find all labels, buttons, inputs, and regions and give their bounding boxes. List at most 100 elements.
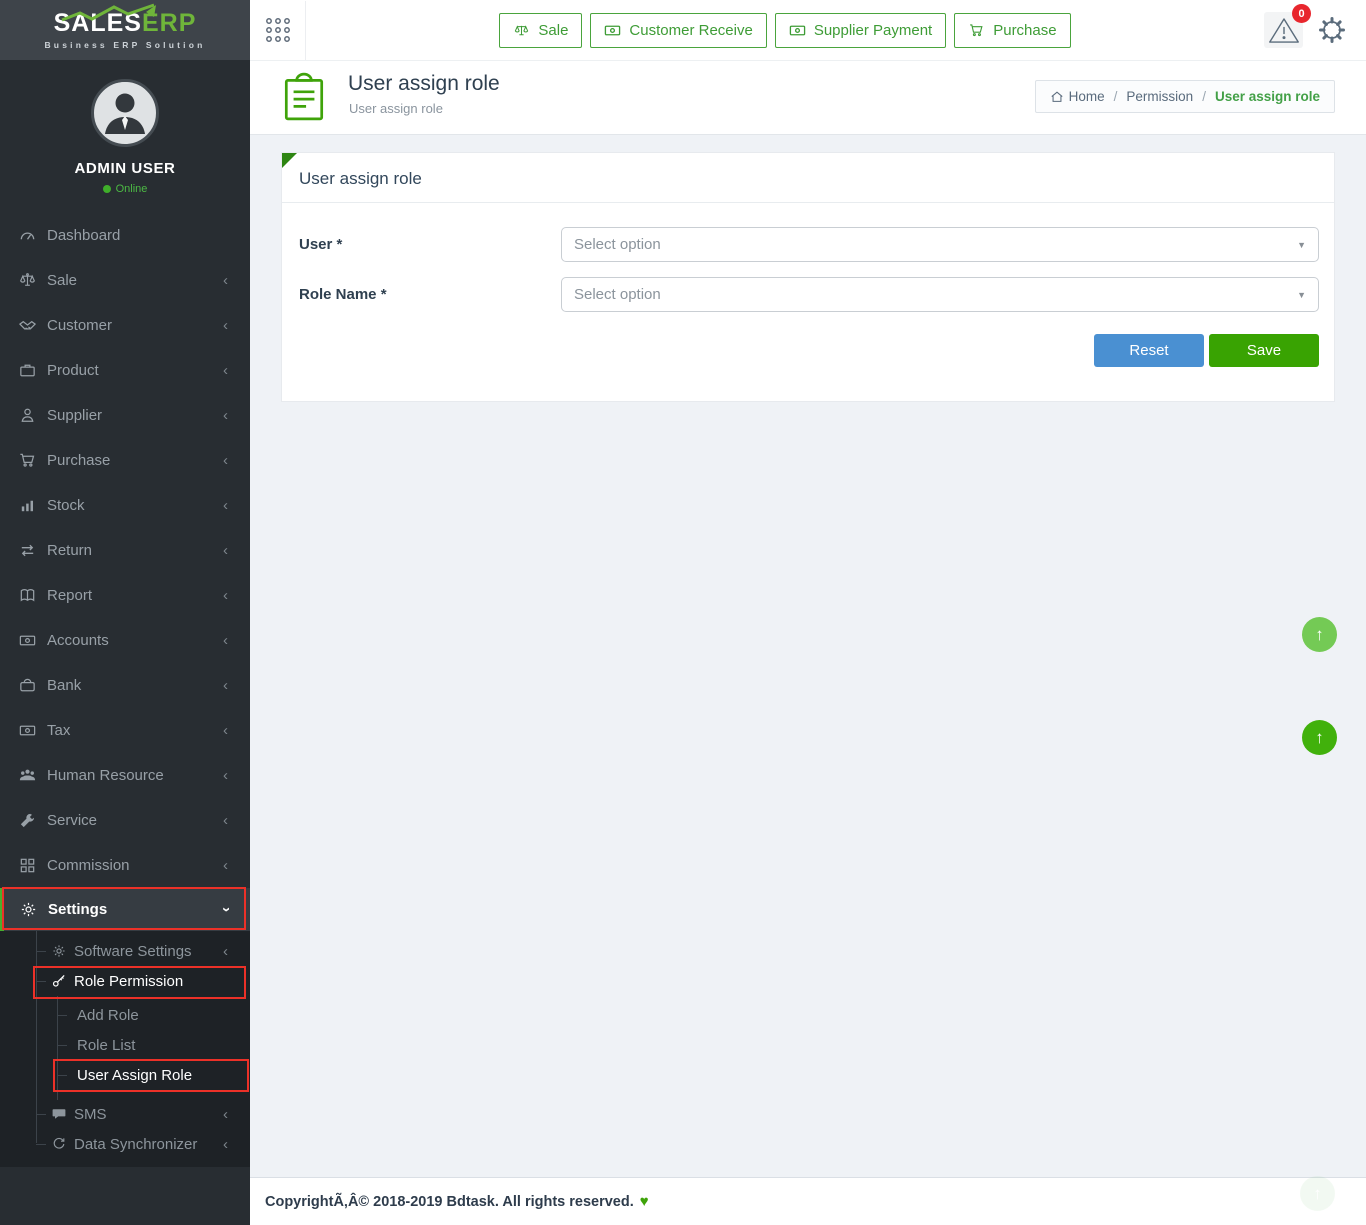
- breadcrumb-separator: /: [1114, 89, 1118, 104]
- sidebar-item-accounts[interactable]: Accounts ‹: [0, 618, 250, 663]
- avatar[interactable]: [91, 79, 159, 147]
- scroll-to-top-button[interactable]: ↑: [1302, 617, 1337, 652]
- main-content: User assign role User * Select option ▼ …: [250, 134, 1366, 1177]
- quick-actions: Sale Customer Receive Supplier Payment P…: [306, 13, 1264, 48]
- sidebar-item-supplier[interactable]: Supplier ‹: [0, 393, 250, 438]
- chevron-left-icon: ‹: [223, 363, 228, 378]
- customer-receive-quick-button[interactable]: Customer Receive: [590, 13, 766, 48]
- user-assign-role-card: User assign role User * Select option ▼ …: [281, 152, 1335, 402]
- brand-tagline: Business ERP Solution: [44, 40, 205, 50]
- handshake-icon: [18, 316, 37, 335]
- button-label: Customer Receive: [629, 22, 752, 39]
- chevron-left-icon: ‹: [223, 498, 228, 513]
- sidebar-item-human-resource[interactable]: Human Resource ‹: [0, 753, 250, 798]
- card-title: User assign role: [282, 153, 1334, 203]
- purchase-quick-button[interactable]: Purchase: [954, 13, 1070, 48]
- card-corner-ribbon: [282, 153, 297, 168]
- sidebar-item-report[interactable]: Report ‹: [0, 573, 250, 618]
- user-select[interactable]: Select option ▼: [561, 227, 1319, 262]
- sidebar-item-commission[interactable]: Commission ‹: [0, 843, 250, 888]
- scale-icon: [513, 22, 530, 39]
- sidebar-item-tax[interactable]: Tax ‹: [0, 708, 250, 753]
- chevron-left-icon: ‹: [223, 543, 228, 558]
- sidebar-item-label: Bank: [47, 677, 81, 694]
- submenu-item-data-synchronizer[interactable]: Data Synchronizer ‹: [0, 1129, 250, 1159]
- sidebar-item-purchase[interactable]: Purchase ‹: [0, 438, 250, 483]
- sidebar-item-label: Accounts: [47, 632, 109, 649]
- online-status-label: Online: [116, 183, 148, 195]
- sidebar-item-return[interactable]: Return ‹: [0, 528, 250, 573]
- sidebar-item-label: Human Resource: [47, 767, 164, 784]
- breadcrumb-current: User assign role: [1215, 89, 1320, 104]
- cart-icon: [968, 22, 985, 39]
- role-permission-children: Add Role Role List User Assign Role: [0, 1000, 250, 1090]
- settings-submenu: Software Settings ‹ Role Permission Add …: [0, 931, 250, 1167]
- apps-grid-button[interactable]: [250, 15, 305, 45]
- home-icon: [1050, 90, 1064, 104]
- briefcase-icon: [18, 361, 37, 380]
- sale-quick-button[interactable]: Sale: [499, 13, 582, 48]
- caret-down-icon: ▼: [1297, 240, 1306, 250]
- gear-icon: [1315, 13, 1349, 47]
- submenu-item-role-list[interactable]: Role List: [0, 1030, 250, 1060]
- notification-badge: 0: [1292, 4, 1311, 23]
- sidebar-item-label: Stock: [47, 497, 85, 514]
- gear-icon: [51, 943, 67, 959]
- topbar-right-icons: 0: [1264, 11, 1366, 49]
- app-logo[interactable]: SALESERP Business ERP Solution: [0, 0, 250, 60]
- sidebar-item-label: Dashboard: [47, 227, 120, 244]
- chevron-left-icon: ‹: [223, 273, 228, 288]
- money-icon: [18, 721, 37, 740]
- settings-button[interactable]: [1313, 11, 1351, 49]
- sidebar-item-product[interactable]: Product ‹: [0, 348, 250, 393]
- chevron-left-icon: ‹: [223, 678, 228, 693]
- online-status: Online: [0, 183, 250, 195]
- submenu-item-role-permission[interactable]: Role Permission: [0, 966, 250, 996]
- scroll-to-top-button[interactable]: ↑: [1302, 720, 1337, 755]
- cart-icon: [18, 451, 37, 470]
- return-arrows-icon: [18, 541, 37, 560]
- sidebar-item-label: Commission: [47, 857, 130, 874]
- sidebar-item-sale[interactable]: Sale ‹: [0, 258, 250, 303]
- breadcrumb-permission[interactable]: Permission: [1126, 89, 1193, 104]
- submenu-item-label: Role List: [77, 1037, 135, 1054]
- sidebar-item-bank[interactable]: Bank ‹: [0, 663, 250, 708]
- supplier-payment-quick-button[interactable]: Supplier Payment: [775, 13, 946, 48]
- alerts-button[interactable]: 0: [1264, 12, 1303, 48]
- page-title: User assign role: [348, 72, 500, 96]
- role-name-select[interactable]: Select option ▼: [561, 277, 1319, 312]
- sidebar-item-customer[interactable]: Customer ‹: [0, 303, 250, 348]
- arrow-up-icon: ↑: [1315, 625, 1324, 645]
- sidebar-item-label: Customer: [47, 317, 112, 334]
- chevron-left-icon: ‹: [223, 588, 228, 603]
- submenu-item-sms[interactable]: SMS ‹: [0, 1099, 250, 1129]
- submenu-item-label: Software Settings: [74, 943, 192, 960]
- reset-button[interactable]: Reset: [1094, 334, 1204, 367]
- submenu-item-add-role[interactable]: Add Role: [0, 1000, 250, 1030]
- banknote-icon: [18, 631, 37, 650]
- scale-icon: [18, 271, 37, 290]
- sidebar-item-dashboard[interactable]: Dashboard: [0, 213, 250, 258]
- user-field-label: User *: [299, 236, 561, 253]
- user-select-placeholder: Select option: [574, 236, 661, 253]
- sync-icon: [51, 1136, 67, 1152]
- sidebar-nav: Dashboard Sale ‹ Customer ‹ Product ‹ Su…: [0, 213, 250, 1167]
- sidebar: SALESERP Business ERP Solution ADMIN USE…: [0, 0, 250, 1225]
- chevron-down-icon: ‹: [218, 907, 233, 912]
- dashboard-icon: [18, 226, 37, 245]
- caret-down-icon: ▼: [1297, 290, 1306, 300]
- sidebar-item-stock[interactable]: Stock ‹: [0, 483, 250, 528]
- submenu-item-label: Role Permission: [74, 973, 183, 990]
- sidebar-item-service[interactable]: Service ‹: [0, 798, 250, 843]
- sidebar-item-label: Return: [47, 542, 92, 559]
- sidebar-item-settings[interactable]: Settings ‹: [0, 888, 250, 931]
- breadcrumb-home[interactable]: Home: [1050, 89, 1105, 104]
- submenu-item-software-settings[interactable]: Software Settings ‹: [0, 936, 250, 966]
- page-header: User assign role User assign role Home /…: [250, 60, 1366, 135]
- sidebar-item-label: Report: [47, 587, 92, 604]
- submenu-item-label: SMS: [74, 1106, 107, 1123]
- button-label: Purchase: [993, 22, 1056, 39]
- save-button[interactable]: Save: [1209, 334, 1319, 367]
- button-label: Supplier Payment: [814, 22, 932, 39]
- submenu-item-user-assign-role[interactable]: User Assign Role: [0, 1060, 250, 1090]
